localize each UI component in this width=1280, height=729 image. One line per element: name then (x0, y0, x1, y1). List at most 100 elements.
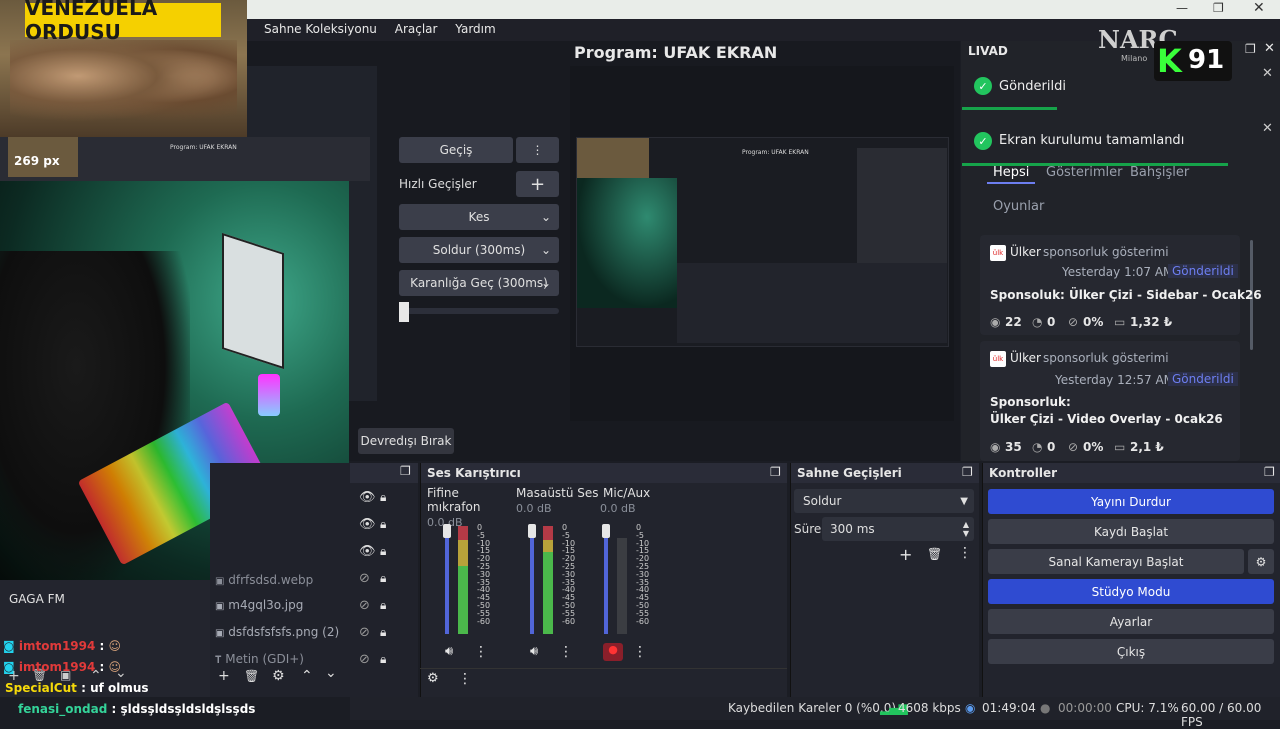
source-item[interactable]: ▣ dfrfsdsd.webp (215, 573, 350, 591)
money-icon: ▭ (1114, 440, 1126, 454)
eye-icon[interactable]: 👁 (359, 517, 376, 532)
menu-yardim[interactable]: Yardım (448, 19, 502, 39)
eye-icon[interactable]: 👁 (359, 490, 376, 505)
close-icon[interactable]: ✕ (1253, 0, 1265, 16)
menu-sahne-koleksiyonu[interactable]: Sahne Koleksiyonu (257, 19, 384, 39)
plus-icon[interactable]: + (899, 545, 912, 564)
quick-transition-soldur[interactable]: Soldur (300ms) ⌄ (399, 237, 559, 263)
menu-araclar[interactable]: Araçlar (388, 19, 445, 39)
trash-icon[interactable]: 🗑︎ (927, 547, 942, 561)
close-icon[interactable]: ✕ (1264, 41, 1275, 56)
speaker-icon[interactable]: 🔊︎ (445, 644, 453, 659)
mixer-channel: Fifine mıkrafon 0.0 dB 0 -5 -10 -15 -20 -25 -3… (427, 486, 512, 666)
chevron-up-icon[interactable]: ⌃ (301, 668, 313, 684)
source-item[interactable]: ▣ dsfdsfsfsfs.png (2) (215, 625, 350, 643)
float-icon[interactable]: ❐ (1245, 42, 1256, 56)
lock-icon[interactable]: 🔒︎ (380, 598, 386, 613)
scene-gaga-fm[interactable]: GAGA FM (9, 592, 65, 606)
float-icon[interactable]: ❐ (770, 465, 781, 479)
kebab-icon[interactable]: ⋮ (633, 644, 647, 660)
lock-icon[interactable]: 🔒︎ (380, 517, 386, 532)
eye-hidden-icon[interactable]: ⊘ (359, 625, 370, 640)
card-title-line2: Ülker Çizi - Video Overlay - 0cak26 (990, 412, 1223, 426)
eye-hidden-icon[interactable]: ⊘ (359, 571, 370, 586)
studio-mode-button[interactable]: Stüdyo Modu (988, 579, 1274, 604)
volume-slider[interactable] (604, 526, 608, 634)
chat-badge-icon: ◙ (3, 639, 15, 653)
caret-down-icon: ▼ (960, 495, 968, 507)
transition-select[interactable]: Soldur ▼ (794, 489, 974, 513)
vu-scale: 0 -5 -10 -15 -20 -25 -30 -35 -40 -45 -50 -55 -60 (477, 523, 491, 626)
tab-oyunlar[interactable]: Oyunlar (993, 199, 1044, 214)
webcam-lamp (258, 374, 280, 416)
volume-slider-handle[interactable] (528, 524, 536, 538)
start-virtual-camera-button[interactable]: Sanal Kamerayı Başlat (988, 549, 1244, 574)
spin-arrows-icon[interactable]: ▲ ▼ (963, 520, 969, 538)
lock-icon[interactable]: 🔒︎ (380, 571, 386, 586)
mixer-channel: Masaüstü Ses 0.0 dB 0 -5 -10 -15 -20 -25 -30 -3… (516, 486, 601, 666)
gecis-button[interactable]: Geçiş (399, 137, 513, 163)
speaker-icon[interactable]: 🔊︎ (530, 644, 538, 659)
float-icon[interactable]: ❐ (1264, 465, 1275, 479)
quick-transition-karanlik[interactable]: Karanlığa Geç (300ms) ⌄ (399, 270, 559, 296)
tab-hepsi[interactable]: Hepsi (993, 165, 1029, 180)
controls-header: Kontroller (983, 463, 1280, 483)
duration-value: 300 ms (830, 522, 875, 536)
volume-slider-handle[interactable] (602, 524, 610, 538)
quick-transition-kes[interactable]: Kes ⌄ (399, 204, 559, 230)
channel-db: 0.0 dB (427, 516, 463, 529)
transition-slider-handle[interactable] (399, 302, 409, 322)
toast-sent: ✓ Gönderildi ✕ (962, 66, 1280, 110)
image-icon: ▣ (215, 576, 225, 587)
muted-speaker-icon[interactable]: ● (603, 643, 623, 661)
card-amount: 2,1 ₺ (1130, 440, 1164, 454)
lock-icon[interactable]: 🔒︎ (380, 490, 386, 505)
transition-slider-track[interactable] (399, 308, 559, 314)
exit-button[interactable]: Çıkış (988, 639, 1274, 664)
controls-title: Kontroller (989, 466, 1058, 480)
program-preview: Program: UFAK EKRAN (576, 137, 949, 347)
virtual-camera-settings-button[interactable]: ⚙ (1248, 549, 1274, 574)
gecis-menu-button[interactable]: ⋮ (516, 137, 559, 163)
float-icon[interactable]: ❐ (400, 464, 411, 478)
disable-studio-button[interactable]: Devredışı Bırak (358, 428, 454, 454)
chat-message: : (99, 660, 105, 674)
close-icon[interactable]: ✕ (1262, 66, 1273, 81)
kebab-icon[interactable]: ⋮ (474, 644, 488, 660)
trash-icon[interactable]: 🗑︎ (244, 669, 259, 683)
kebab-icon[interactable]: ⋮ (958, 545, 972, 561)
gear-icon[interactable]: ⚙ (272, 668, 285, 684)
start-recording-button[interactable]: Kaydı Başlat (988, 519, 1274, 544)
add-source-icon[interactable]: + (218, 668, 230, 684)
eye-hidden-icon[interactable]: ⊘ (359, 652, 370, 667)
minimize-icon[interactable]: — (1176, 1, 1188, 15)
stop-streaming-button[interactable]: Yayını Durdur (988, 489, 1274, 514)
lock-icon[interactable]: 🔒︎ (380, 652, 386, 667)
card-brand: Ülker (1010, 245, 1041, 259)
volume-slider[interactable] (445, 526, 449, 634)
chat-line: fenasi_ondad : şldsşldsşldsldşlsşds (18, 702, 255, 716)
eye-icon[interactable]: 👁 (359, 544, 376, 559)
volume-slider[interactable] (530, 526, 534, 634)
tab-gosterimler[interactable]: Gösterimler (1046, 165, 1122, 180)
source-item[interactable]: ▣ m4gql3o.jpg (215, 598, 350, 616)
volume-slider-handle[interactable] (443, 524, 451, 538)
lock-icon[interactable]: 🔒︎ (380, 625, 386, 640)
toast-progress (962, 107, 1057, 110)
float-icon[interactable]: ❐ (962, 465, 973, 479)
add-quick-transition-button[interactable]: + (516, 171, 559, 197)
kebab-icon[interactable]: ⋮ (559, 644, 573, 660)
chevron-down-icon[interactable]: ⌄ (325, 665, 337, 681)
eye-hidden-icon[interactable]: ⊘ (359, 598, 370, 613)
kebab-icon[interactable]: ⋮ (458, 671, 472, 687)
duration-input[interactable]: 300 ms ▲ ▼ (822, 517, 974, 541)
duration-label: Süre (794, 522, 822, 536)
card-clicks: 0 (1047, 315, 1056, 329)
livad-title: LIVAD (968, 44, 1008, 58)
settings-button[interactable]: Ayarlar (988, 609, 1274, 634)
gear-icon[interactable]: ⚙ (427, 671, 439, 686)
close-icon[interactable]: ✕ (1262, 121, 1273, 136)
tab-bahsisler[interactable]: Bahşişler (1130, 165, 1189, 180)
maximize-icon[interactable]: ❐ (1213, 1, 1224, 15)
lock-icon[interactable]: 🔒︎ (380, 544, 386, 559)
